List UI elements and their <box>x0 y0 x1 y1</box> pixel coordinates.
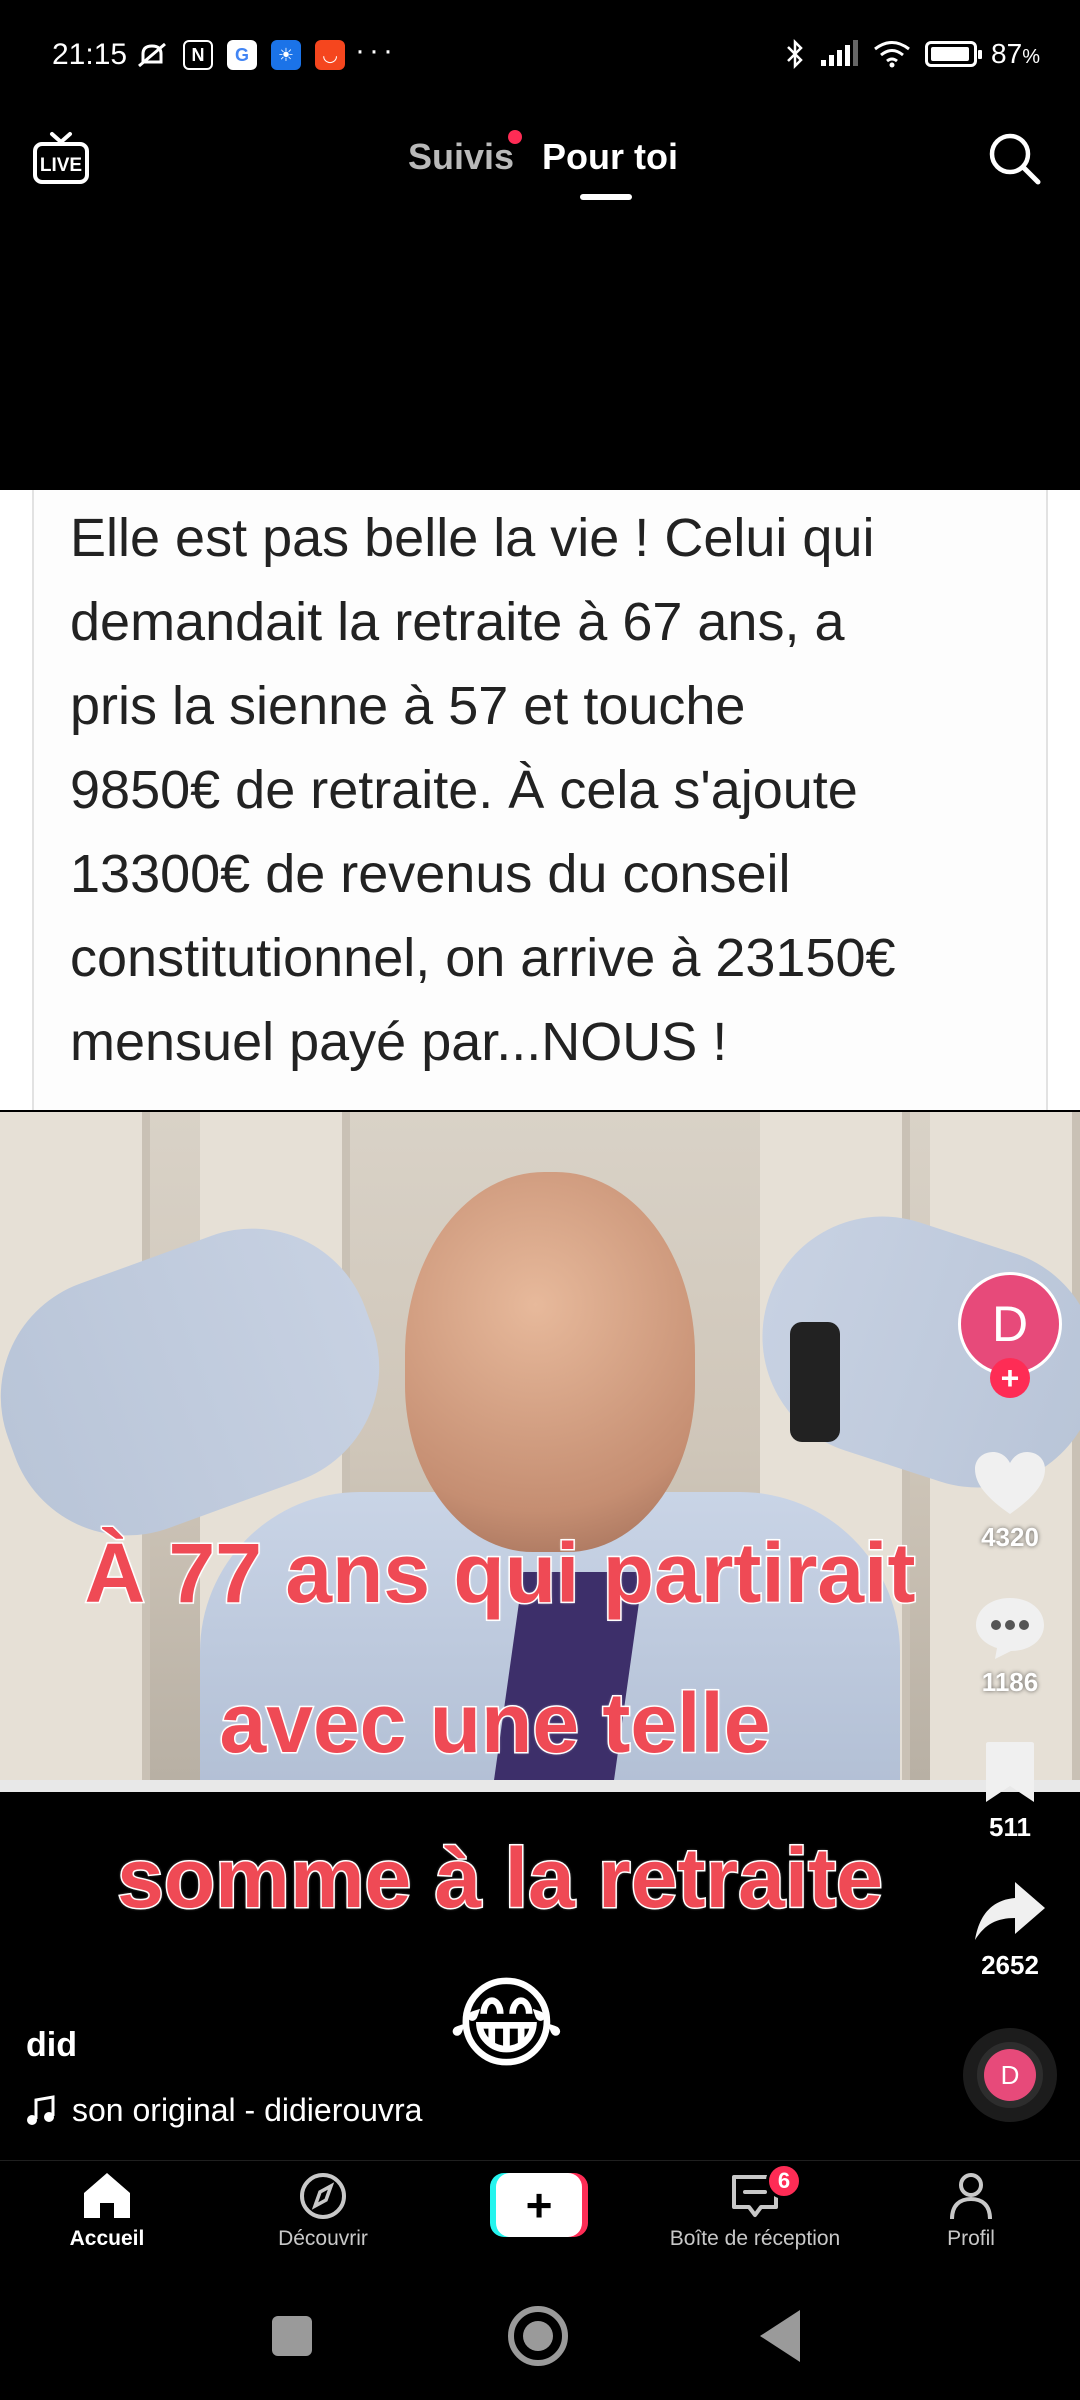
live-icon[interactable]: LIVE <box>32 130 90 186</box>
svg-text:LIVE: LIVE <box>40 155 82 176</box>
person-head <box>405 1172 695 1552</box>
top-nav: LIVE Suivis Pour toi <box>0 110 1080 210</box>
photo-divider <box>0 1780 1080 1792</box>
inbox-badge: 6 <box>766 2163 802 2199</box>
compass-icon <box>300 2173 346 2219</box>
create-button[interactable]: + <box>490 2173 588 2237</box>
share-count: 2652 <box>981 1950 1039 1980</box>
nav-discover[interactable]: Découvrir <box>228 2171 418 2251</box>
nfc-icon: N <box>183 40 213 70</box>
profile-icon <box>950 2173 992 2220</box>
comment-icon <box>976 1598 1044 1659</box>
recent-apps-button[interactable] <box>272 2316 312 2356</box>
like-button[interactable]: 4320 <box>960 1450 1060 1553</box>
post-text-line: pris la sienne à 57 et touche <box>70 676 746 736</box>
nav-inbox-label: Boîte de réception <box>669 2227 841 2250</box>
google-icon: G <box>227 40 257 70</box>
plus-icon: + <box>496 2173 582 2237</box>
post-text-line: constitutionnel, on arrive à 23150€ <box>70 928 896 988</box>
post-text-line: 9850€ de retraite. À cela s'ajoute <box>70 760 858 820</box>
shop-icon: ◡ <box>315 40 345 70</box>
active-tab-indicator <box>580 194 632 200</box>
battery-level: 87% <box>991 38 1040 69</box>
video-caption-line-1: À 77 ans qui partirait <box>83 1525 917 1622</box>
mute-icon <box>138 42 166 68</box>
video-caption-line-3: somme à la retraite <box>116 1830 885 1927</box>
bookmark-icon <box>986 1742 1034 1802</box>
post-text-line: 13300€ de revenus du conseil <box>70 844 791 904</box>
comment-count: 1186 <box>981 1667 1039 1697</box>
nav-profile-label: Profil <box>947 2227 995 2250</box>
home-system-button[interactable] <box>508 2306 568 2366</box>
status-time: 21:15 <box>52 38 128 71</box>
nav-home-label: Accueil <box>69 2227 145 2250</box>
comment-button[interactable]: 1186 <box>960 1595 1060 1698</box>
video-caption-line-2: avec une telle <box>218 1675 772 1772</box>
battery-icon <box>925 41 983 67</box>
search-icon[interactable] <box>986 130 1042 186</box>
laughing-emoji: 😂 <box>448 1968 565 2080</box>
author-name[interactable]: did <box>26 2026 77 2065</box>
music-title: son original - didierouvra <box>72 2092 423 2128</box>
share-button[interactable]: 2652 <box>960 1878 1060 1981</box>
save-button[interactable]: 511 <box>960 1740 1060 1843</box>
follow-button[interactable]: + <box>990 1358 1030 1398</box>
save-count: 511 <box>989 1812 1031 1842</box>
bluetooth-icon <box>787 38 803 70</box>
nav-discover-label: Découvrir <box>278 2227 368 2250</box>
post-text-card: Elle est pas belle la vie ! Celui qui de… <box>0 490 1080 1110</box>
music-note-icon <box>27 2094 55 2125</box>
music-disc-avatar: D <box>984 2049 1036 2101</box>
notification-icons: N G ☀ ◡ <box>135 40 345 70</box>
weather-icon: ☀ <box>271 40 301 70</box>
nav-inbox[interactable]: 6 Boîte de réception <box>660 2163 850 2251</box>
heart-icon <box>975 1452 1045 1514</box>
back-button[interactable] <box>760 2310 800 2362</box>
post-text-line: demandait la retraite à 67 ans, a <box>70 592 845 652</box>
tab-pour-toi[interactable]: Pour toi <box>542 136 678 178</box>
status-bar: 21:15 N G ☀ ◡ ··· 87% <box>0 0 1080 110</box>
nav-home[interactable]: Accueil <box>12 2171 202 2251</box>
bottom-nav: Accueil Découvrir + 6 Boîte de réception… <box>0 2160 1080 2270</box>
post-text-line: Elle est pas belle la vie ! Celui qui <box>70 508 875 568</box>
new-content-dot <box>508 130 522 144</box>
wifi-icon <box>874 41 910 68</box>
signal-icon <box>821 40 859 66</box>
wristwatch <box>790 1322 840 1442</box>
music-info[interactable]: son original - didierouvra <box>26 2092 446 2129</box>
home-icon <box>84 2173 130 2218</box>
inbox-icon-wrap: 6 <box>728 2163 802 2221</box>
post-text-line: mensuel payé par...NOUS ! <box>70 1012 728 1072</box>
system-indicators: 87% <box>785 38 1040 70</box>
more-notifications-icon: ··· <box>355 34 397 67</box>
like-count: 4320 <box>981 1522 1039 1552</box>
nav-profile[interactable]: Profil <box>876 2171 1066 2251</box>
system-nav-bar <box>0 2270 1080 2400</box>
share-icon <box>975 1882 1045 1940</box>
post-text: Elle est pas belle la vie ! Celui qui de… <box>70 496 1030 1084</box>
music-disc[interactable]: D <box>963 2028 1057 2122</box>
tab-suivis[interactable]: Suivis <box>408 136 514 178</box>
